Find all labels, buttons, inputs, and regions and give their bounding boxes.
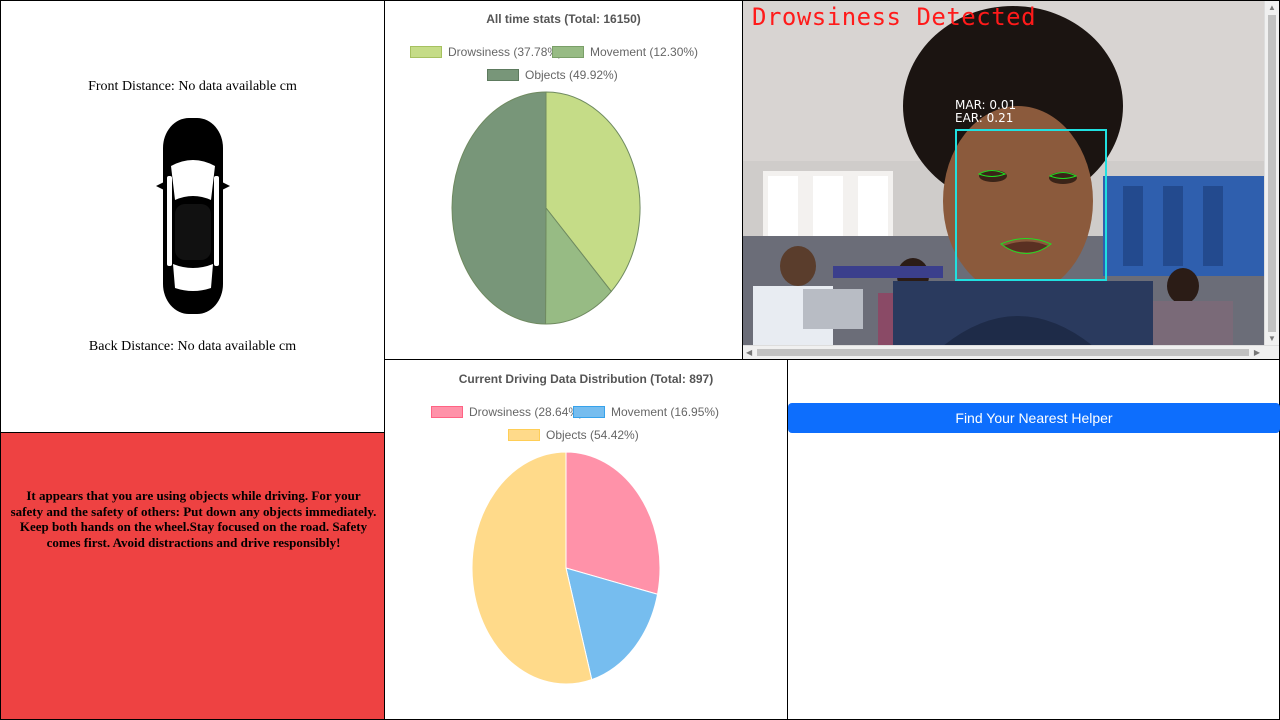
horizontal-scroll-thumb[interactable] [757,349,1249,356]
current-pie-chart [471,451,661,685]
mar-value: MAR: 0.01 [955,98,1017,112]
scroll-up-icon[interactable]: ▲ [1268,4,1276,12]
helper-panel: Find Your Nearest Helper [787,359,1280,720]
distance-sensor-panel: Front Distance: No data available cm Bac… [0,0,385,433]
ear-value: EAR: 0.21 [955,111,1014,125]
drowsiness-status-text: Drowsiness Detected [752,3,1037,31]
alert-message: It appears that you are using objects wh… [10,488,377,550]
front-distance-label: Front Distance: No data available cm [88,79,297,94]
alltime-pie-chart [451,91,641,325]
scroll-down-icon[interactable]: ▼ [1268,335,1276,343]
current-stats-panel: Current Driving Data Distribution (Total… [384,359,788,720]
camera-feed-panel: Drowsiness Detected MAR: 0.01 EAR: 0.21 … [742,0,1280,360]
driver-alert-panel: It appears that you are using objects wh… [0,432,385,720]
camera-scene-graphic [743,1,1265,346]
scroll-left-icon[interactable]: ◀ [746,349,752,357]
find-helper-button[interactable]: Find Your Nearest Helper [788,403,1280,433]
camera-vertical-scrollbar[interactable]: ▲ ▼ [1264,1,1279,346]
car-top-view-icon [156,118,230,314]
camera-feed-image: Drowsiness Detected MAR: 0.01 EAR: 0.21 [743,1,1265,346]
vertical-scroll-thumb[interactable] [1268,15,1276,332]
alltime-pie-slice-2[interactable] [451,91,547,325]
camera-horizontal-scrollbar[interactable]: ◀ ▶ [743,345,1279,359]
alltime-stats-panel: All time stats (Total: 16150) Drowsiness… [384,0,743,360]
back-distance-label: Back Distance: No data available cm [88,339,297,354]
scroll-right-icon[interactable]: ▶ [1254,349,1260,357]
